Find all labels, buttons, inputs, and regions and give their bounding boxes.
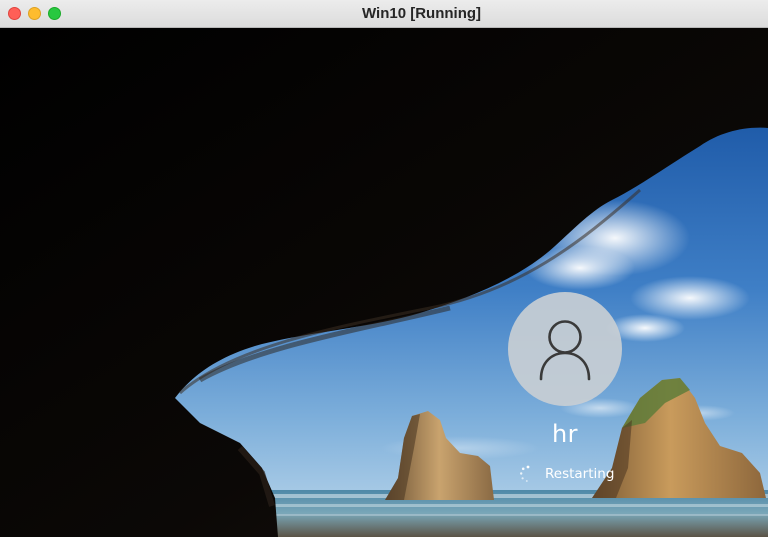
vm-screen[interactable]: hr Restarting xyxy=(0,28,768,537)
title-bar[interactable]: Win10 [Running] xyxy=(0,0,768,28)
status-text: Restarting xyxy=(545,466,615,482)
vm-window: Win10 [Running] hr Restarting xyxy=(0,0,768,537)
user-name: hr xyxy=(551,420,579,448)
loading-spinner-icon xyxy=(520,465,530,482)
lock-screen-wallpaper xyxy=(0,28,768,537)
window-title: Win10 [Running] xyxy=(362,5,482,22)
user-account-icon xyxy=(539,320,591,381)
user-avatar[interactable] xyxy=(508,292,622,406)
